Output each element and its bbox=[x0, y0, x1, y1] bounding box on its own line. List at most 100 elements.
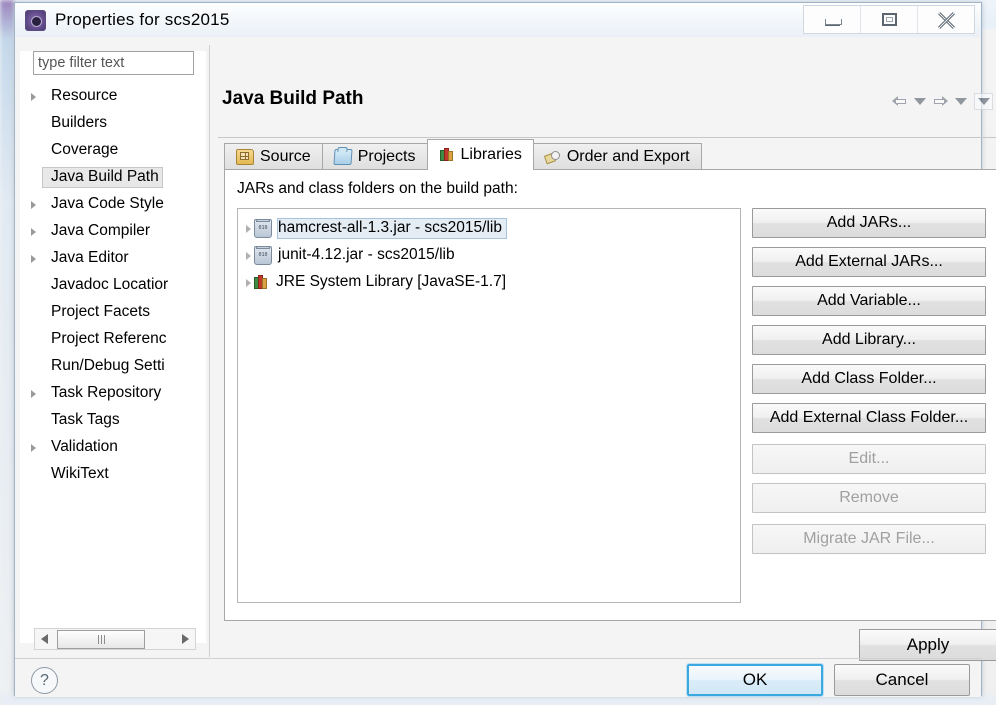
chevron-right-icon[interactable] bbox=[246, 279, 251, 287]
sidebar-item-project-references[interactable]: Project Referenc bbox=[20, 326, 206, 353]
add-external-jars-button[interactable]: Add External JARs... bbox=[752, 247, 986, 277]
maximize-button[interactable] bbox=[861, 6, 918, 33]
sidebar-item-wikitext[interactable]: WikiText bbox=[20, 461, 206, 488]
forward-dropdown-icon[interactable] bbox=[955, 98, 967, 105]
sidebar-item-label: Javadoc Locatior bbox=[51, 276, 169, 293]
migrate-jar-file-button: Migrate JAR File... bbox=[752, 524, 986, 554]
chevron-right-icon[interactable] bbox=[31, 390, 36, 398]
libraries-list[interactable]: hamcrest-all-1.3.jar - scs2015/lib junit… bbox=[237, 208, 741, 603]
minimize-button[interactable] bbox=[804, 6, 861, 33]
dialog-title: Properties for scs2015 bbox=[55, 10, 230, 29]
background-left-strip bbox=[0, 0, 14, 705]
sidebar-item-java-build-path[interactable]: Java Build Path bbox=[20, 164, 206, 191]
forward-arrow-icon[interactable] bbox=[933, 95, 948, 108]
order-export-icon bbox=[545, 150, 561, 164]
tab-order-and-export[interactable]: Order and Export bbox=[532, 143, 702, 170]
scroll-left-button[interactable] bbox=[35, 629, 54, 649]
title-separator bbox=[218, 137, 996, 138]
add-variable-button[interactable]: Add Variable... bbox=[752, 286, 986, 316]
chevron-right-icon[interactable] bbox=[246, 225, 251, 233]
sidebar-item-label: Project Referenc bbox=[51, 330, 167, 347]
list-item-label: JRE System Library [JavaSE-1.7] bbox=[276, 273, 506, 290]
sidebar-item-java-editor[interactable]: Java Editor bbox=[20, 245, 206, 272]
sidebar-content-divider bbox=[209, 45, 210, 657]
list-item-label: junit-4.12.jar - scs2015/lib bbox=[278, 246, 455, 263]
help-icon[interactable]: ? bbox=[31, 667, 58, 694]
settings-content-pane: Java Build Path Source Projects Librarie… bbox=[218, 51, 996, 661]
footer-separator bbox=[15, 658, 982, 659]
ok-button[interactable]: OK bbox=[686, 663, 824, 697]
sidebar-item-label: Java Editor bbox=[51, 249, 129, 266]
sidebar-item-label: Run/Debug Setti bbox=[51, 357, 165, 374]
sidebar-item-task-tags[interactable]: Task Tags bbox=[20, 407, 206, 434]
libraries-tab-panel: JARs and class folders on the build path… bbox=[224, 169, 996, 621]
chevron-down-icon bbox=[977, 98, 990, 105]
sidebar-item-javadoc-location[interactable]: Javadoc Locatior bbox=[20, 272, 206, 299]
sidebar-item-label: Coverage bbox=[51, 141, 119, 158]
scroll-right-button[interactable] bbox=[176, 629, 195, 649]
build-path-tabs: Source Projects Libraries Order and Expo… bbox=[224, 139, 702, 170]
cancel-button[interactable]: Cancel bbox=[834, 664, 970, 696]
sidebar-item-label: Java Compiler bbox=[51, 222, 151, 239]
chevron-right-icon[interactable] bbox=[31, 228, 36, 236]
sidebar-item-resource[interactable]: Resource bbox=[20, 83, 206, 110]
page-navigation-controls bbox=[892, 93, 993, 110]
sidebar-item-label: Java Code Style bbox=[51, 195, 164, 212]
sidebar-item-run-debug-settings[interactable]: Run/Debug Setti bbox=[20, 353, 206, 380]
sidebar-item-task-repository[interactable]: Task Repository bbox=[20, 380, 206, 407]
sidebar-item-label: Validation bbox=[51, 438, 118, 455]
panel-description: JARs and class folders on the build path… bbox=[237, 180, 518, 197]
libraries-books-icon bbox=[439, 148, 455, 162]
dialog-body: Resource Builders Coverage Java Build Pa… bbox=[15, 37, 996, 697]
tab-source[interactable]: Source bbox=[224, 143, 323, 170]
jar-icon bbox=[254, 219, 272, 238]
sidebar-horizontal-scrollbar[interactable] bbox=[34, 628, 196, 650]
eclipse-properties-icon bbox=[25, 9, 46, 31]
chevron-right-icon[interactable] bbox=[31, 93, 36, 101]
chevron-right-icon[interactable] bbox=[31, 444, 36, 452]
chevron-right-icon[interactable] bbox=[246, 252, 251, 260]
sidebar-item-builders[interactable]: Builders bbox=[20, 110, 206, 137]
sidebar-item-label: Project Facets bbox=[51, 303, 151, 320]
apply-button[interactable]: Apply bbox=[859, 629, 996, 661]
page-title: Java Build Path bbox=[222, 88, 364, 109]
list-item-label: hamcrest-all-1.3.jar - scs2015/lib bbox=[277, 218, 507, 239]
library-action-buttons: Add JARs... Add External JARs... Add Var… bbox=[752, 208, 986, 563]
tab-label: Source bbox=[260, 148, 311, 165]
close-icon bbox=[937, 11, 955, 29]
list-item[interactable]: junit-4.12.jar - scs2015/lib bbox=[238, 242, 740, 269]
edit-button: Edit... bbox=[752, 444, 986, 474]
settings-sidebar: Resource Builders Coverage Java Build Pa… bbox=[20, 51, 206, 643]
list-item[interactable]: hamcrest-all-1.3.jar - scs2015/lib bbox=[238, 215, 740, 242]
add-jars-button[interactable]: Add JARs... bbox=[752, 208, 986, 238]
chevron-right-icon[interactable] bbox=[31, 255, 36, 263]
add-library-button[interactable]: Add Library... bbox=[752, 325, 986, 355]
add-class-folder-button[interactable]: Add Class Folder... bbox=[752, 364, 986, 394]
scrollbar-thumb[interactable] bbox=[57, 629, 145, 649]
back-dropdown-icon[interactable] bbox=[914, 98, 926, 105]
chevron-right-icon[interactable] bbox=[31, 201, 36, 209]
dialog-titlebar: Properties for scs2015 bbox=[15, 3, 981, 37]
settings-tree: Resource Builders Coverage Java Build Pa… bbox=[20, 83, 206, 488]
sidebar-item-java-code-style[interactable]: Java Code Style bbox=[20, 191, 206, 218]
jar-icon bbox=[254, 246, 272, 265]
tab-label: Libraries bbox=[460, 146, 522, 163]
sidebar-item-coverage[interactable]: Coverage bbox=[20, 137, 206, 164]
sidebar-item-validation[interactable]: Validation bbox=[20, 434, 206, 461]
filter-input[interactable] bbox=[33, 51, 194, 75]
back-arrow-icon[interactable] bbox=[892, 95, 907, 108]
add-external-class-folder-button[interactable]: Add External Class Folder... bbox=[752, 403, 986, 433]
tab-label: Order and Export bbox=[566, 148, 690, 165]
sidebar-item-label: Java Build Path bbox=[42, 167, 163, 188]
view-menu-button[interactable] bbox=[974, 93, 993, 110]
arrow-right-icon bbox=[182, 634, 189, 644]
remove-button: Remove bbox=[752, 483, 986, 513]
list-item[interactable]: JRE System Library [JavaSE-1.7] bbox=[238, 269, 740, 296]
sidebar-item-java-compiler[interactable]: Java Compiler bbox=[20, 218, 206, 245]
close-button[interactable] bbox=[918, 6, 974, 33]
sidebar-item-project-facets[interactable]: Project Facets bbox=[20, 299, 206, 326]
projects-folder-icon bbox=[333, 149, 353, 165]
tab-libraries[interactable]: Libraries bbox=[426, 139, 534, 170]
tab-projects[interactable]: Projects bbox=[321, 143, 428, 170]
sidebar-item-label: Builders bbox=[51, 114, 107, 131]
